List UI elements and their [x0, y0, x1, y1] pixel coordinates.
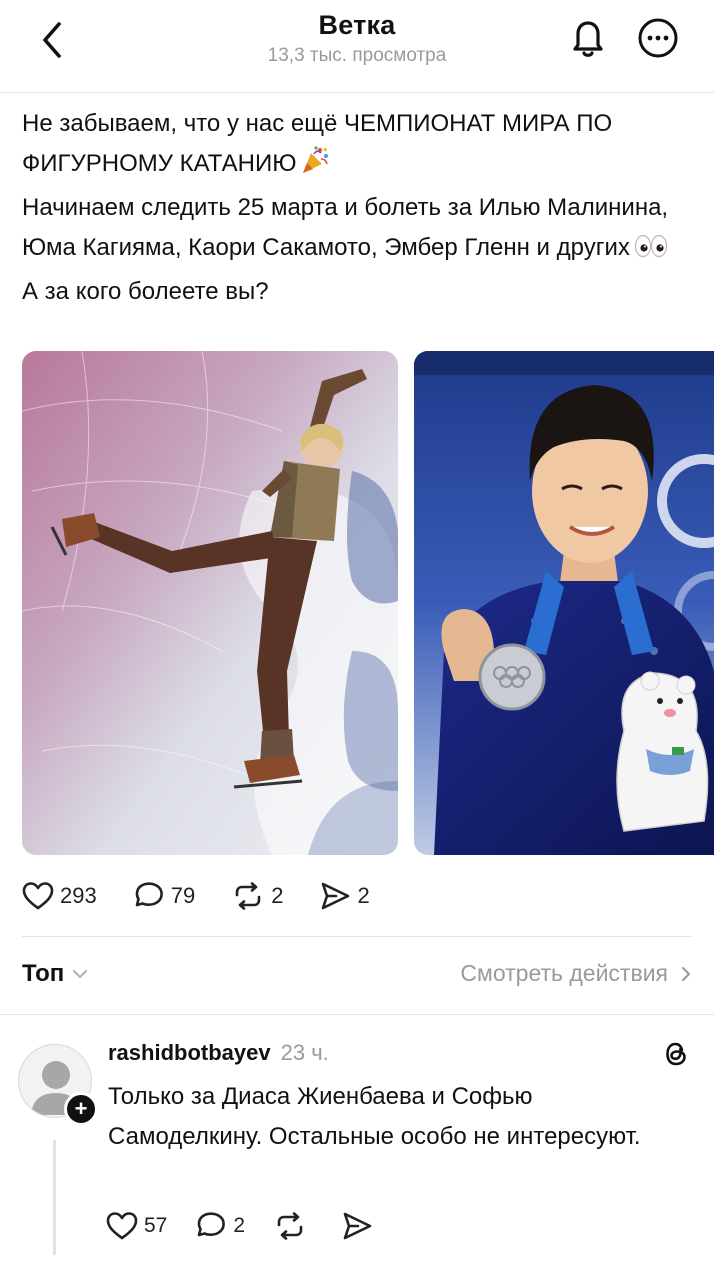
repost-icon [277, 1212, 303, 1240]
post-text: Не забываем, что у нас ещё ЧЕМПИОНАТ МИР… [22, 104, 702, 312]
view-actions-link[interactable]: Смотреть действия [460, 960, 692, 987]
comment-username[interactable]: rashidbotbayev [108, 1040, 271, 1066]
comment-header: rashidbotbayev 23 ч. [108, 1040, 329, 1066]
post-line-2: Начинаем следить 25 марта и болеть за Ил… [22, 194, 669, 261]
like-button[interactable]: 293 [22, 881, 97, 911]
chevron-down-icon [73, 970, 88, 978]
like-count: 293 [60, 883, 97, 908]
post-photo-medalist[interactable] [414, 351, 714, 855]
post-line-3: А за кого болеете вы? [22, 278, 269, 305]
comment-share-button[interactable] [341, 1211, 379, 1241]
bell-icon [573, 21, 603, 57]
repost-icon [235, 882, 261, 910]
post-paragraph: Начинаем следить 25 марта и болеть за Ил… [22, 188, 702, 272]
view-actions-label: Смотреть действия [460, 960, 668, 986]
chevron-right-icon [682, 966, 690, 981]
comment-repost-button[interactable] [273, 1211, 313, 1241]
header-divider [0, 92, 714, 93]
post-paragraph: А за кого болеете вы? [22, 272, 702, 312]
comment-bubble-icon [135, 882, 163, 907]
comment-like-button[interactable]: 57 [106, 1211, 167, 1241]
post-photo-skater-spiral[interactable] [22, 351, 398, 855]
thread-line [53, 1140, 56, 1255]
more-options-button[interactable] [634, 14, 682, 62]
send-icon [322, 882, 350, 910]
share-count: 2 [357, 883, 370, 908]
comment-reply-button[interactable]: 2 [195, 1211, 245, 1241]
more-icon [638, 18, 678, 58]
heart-icon [106, 1212, 138, 1240]
post-paragraph: Не забываем, что у нас ещё ЧЕМПИОНАТ МИР… [22, 104, 702, 188]
comment-text: Только за Диаса Жиенбаева и Софью Самоде… [108, 1083, 641, 1150]
comment-actions: 57 2 [106, 1204, 407, 1248]
header: Ветка 13,3 тыс. просмотра [0, 0, 714, 90]
comment-button[interactable]: 79 [133, 881, 195, 911]
comment-reply-count: 2 [233, 1214, 246, 1237]
section-divider [0, 1014, 714, 1015]
follow-plus-button[interactable]: + [64, 1092, 98, 1126]
repost-count: 2 [271, 883, 284, 908]
threads-logo-icon[interactable] [660, 1038, 692, 1070]
comment-time: 23 ч. [280, 1040, 329, 1065]
notifications-button[interactable] [566, 16, 610, 60]
section-divider [22, 936, 692, 937]
sort-dropdown[interactable]: Топ [22, 960, 88, 988]
party-popper-icon [300, 145, 330, 188]
post-actions: 293 79 2 2 [22, 874, 406, 918]
sort-label: Топ [22, 960, 65, 987]
comment-like-count: 57 [144, 1214, 168, 1237]
plus-icon: + [74, 1096, 88, 1121]
comment-bubble-icon [198, 1212, 226, 1237]
heart-icon [22, 882, 54, 910]
comment-count: 79 [170, 883, 196, 908]
eyes-icon [634, 232, 668, 272]
repost-button[interactable]: 2 [231, 881, 283, 911]
send-icon [343, 1212, 372, 1240]
share-button[interactable]: 2 [319, 881, 370, 911]
